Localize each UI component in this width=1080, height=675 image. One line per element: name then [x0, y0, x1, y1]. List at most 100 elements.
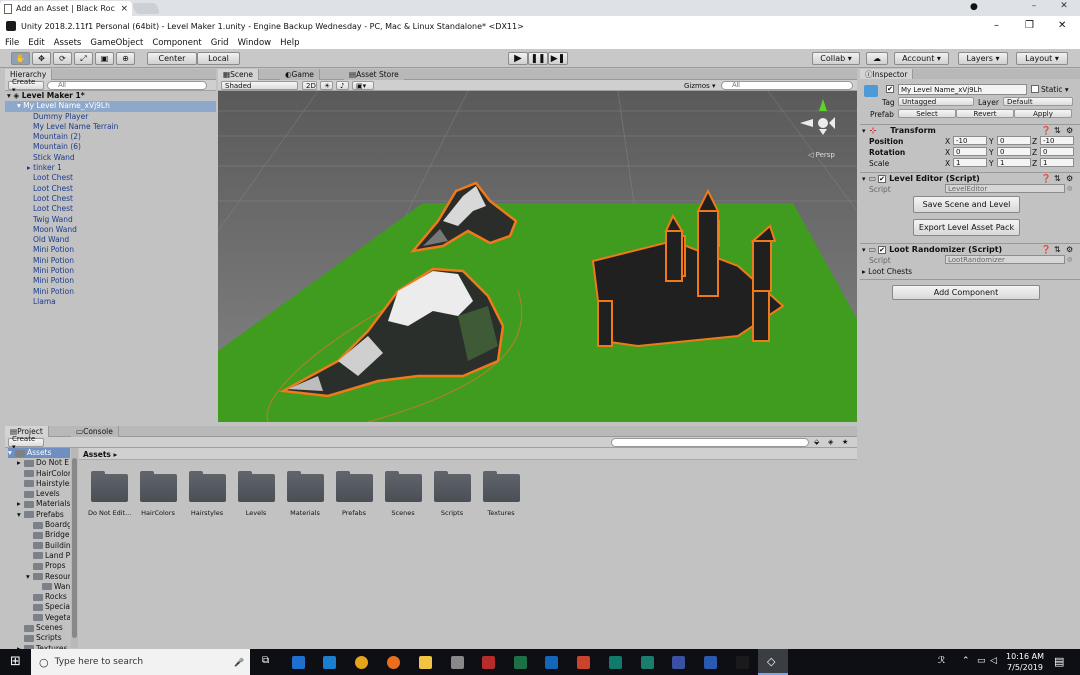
hierarchy-item[interactable]: Stick Wand — [5, 153, 216, 163]
network-icon[interactable]: ▭ — [977, 656, 986, 666]
menu-file[interactable]: File — [5, 38, 19, 48]
tray-chevron-icon[interactable]: ⌃ — [962, 656, 970, 666]
asset-folder[interactable]: Levels — [235, 471, 277, 517]
folder-tree-item[interactable]: Rocks — [8, 592, 70, 602]
browser-tab[interactable]: Add an Asset | Black Roc × — [0, 1, 132, 16]
preset-icon[interactable]: ⇅ — [1054, 245, 1061, 254]
app-icon[interactable] — [736, 656, 749, 669]
word-icon[interactable] — [704, 656, 717, 669]
close-tab-icon[interactable]: × — [120, 4, 128, 14]
collab-dropdown[interactable]: Collab ▾ — [812, 52, 860, 65]
hierarchy-item[interactable]: Old Wand — [5, 235, 216, 245]
folder-tree-item[interactable]: Scenes — [8, 623, 70, 633]
folder-tree-item[interactable]: Wan — [8, 582, 70, 592]
asset-folder[interactable]: Hairstyles — [186, 471, 228, 517]
asset-folder[interactable]: HairColors — [137, 471, 179, 517]
folder-tree-item[interactable]: ▸ Materials — [8, 499, 70, 509]
folder-tree-item[interactable]: Levels — [8, 489, 70, 499]
loot-randomizer-enabled-checkbox[interactable]: ✔ — [878, 245, 887, 254]
folder-tree-item[interactable]: Props — [8, 561, 70, 571]
volume-icon[interactable]: ◁ — [990, 656, 997, 666]
filter-label-icon[interactable]: ◈ — [828, 438, 833, 446]
hierarchy-item[interactable]: Dummy Player — [5, 112, 216, 122]
minimize-button[interactable]: – — [994, 20, 999, 31]
hierarchy-item[interactable]: Mountain (2) — [5, 132, 216, 142]
firefox-icon[interactable] — [387, 656, 400, 669]
tab-scene[interactable]: ▦ Scene — [218, 69, 259, 80]
project-icon[interactable] — [641, 656, 654, 669]
scene-viewport[interactable]: ◁ Persp — [218, 91, 857, 422]
asset-folder[interactable]: Scenes — [382, 471, 424, 517]
hierarchy-item[interactable]: Loot Chest — [5, 194, 216, 204]
publisher-icon[interactable] — [609, 656, 622, 669]
hierarchy-item[interactable]: Twig Wand — [5, 215, 216, 225]
folder-tree-item[interactable]: ▾ Resour — [8, 572, 70, 582]
tab-game[interactable]: ◐ Game — [280, 69, 320, 80]
folder-tree-item[interactable]: Buildin — [8, 541, 70, 551]
persp-label[interactable]: ◁ Persp — [808, 151, 835, 159]
hierarchy-item[interactable]: Mini Potion — [5, 276, 216, 286]
task-view-icon[interactable]: ⧉ — [262, 655, 269, 666]
hierarchy-search-input[interactable] — [47, 81, 207, 90]
close-window-button[interactable]: ✕ — [1058, 20, 1066, 31]
people-icon[interactable]: ℛ — [938, 656, 945, 666]
menu-grid[interactable]: Grid — [211, 38, 229, 48]
pause-button[interactable]: ❚❚ — [528, 52, 548, 65]
tab-asset-store[interactable]: ▤ Asset Store — [344, 69, 404, 80]
hierarchy-item[interactable]: Mini Potion — [5, 245, 216, 255]
effects-dropdown-icon[interactable]: ▣▾ — [352, 81, 374, 90]
filter-type-icon[interactable]: ⬙ — [814, 438, 819, 446]
powerpoint-icon[interactable] — [577, 656, 590, 669]
favorite-icon[interactable]: ★ — [842, 438, 848, 446]
hierarchy-item[interactable]: My Level Name Terrain — [5, 122, 216, 132]
asset-folder[interactable]: Scripts — [431, 471, 473, 517]
script-reference-field[interactable]: LootRandomizer — [945, 255, 1065, 264]
hierarchy-item[interactable]: Mini Potion — [5, 256, 216, 266]
prefab-select-button[interactable]: Select — [898, 109, 956, 118]
layers-dropdown[interactable]: Layers ▾ — [958, 52, 1008, 65]
hand-tool-icon[interactable]: ✋ — [11, 52, 30, 65]
play-button[interactable]: ▶ — [508, 52, 528, 65]
scene-root-item[interactable]: ▾ ◈ Level Maker 1* — [5, 91, 216, 101]
asset-folder[interactable]: Do Not Edit... — [88, 471, 131, 517]
rotation-z-field[interactable]: 0 — [1040, 147, 1074, 156]
rotation-y-field[interactable]: 0 — [997, 147, 1031, 156]
chrome-minimize-button[interactable]: – — [1020, 1, 1048, 15]
add-component-button[interactable]: Add Component — [892, 285, 1040, 300]
prefab-revert-button[interactable]: Revert — [956, 109, 1014, 118]
hierarchy-item[interactable]: Mountain (6) — [5, 142, 216, 152]
tree-arrow-icon[interactable]: ▸ — [17, 499, 24, 509]
object-picker-icon[interactable]: ◎ — [1067, 185, 1072, 192]
cloud-icon[interactable]: ☁ — [866, 52, 888, 65]
project-search-input[interactable] — [611, 438, 809, 447]
pivot-toggle[interactable]: Center — [147, 52, 197, 65]
level-editor-enabled-checkbox[interactable]: ✔ — [878, 174, 887, 183]
hierarchy-item[interactable]: Mini Potion — [5, 266, 216, 276]
folder-tree-item[interactable]: Land Pl — [8, 551, 70, 561]
script-reference-field[interactable]: LevelEditor — [945, 184, 1065, 193]
shading-dropdown[interactable]: Shaded — [221, 81, 298, 90]
ie-icon[interactable] — [323, 656, 336, 669]
transform-tool-icon[interactable]: ⊕ — [116, 52, 135, 65]
position-y-field[interactable]: 0 — [997, 136, 1031, 145]
level-editor-header[interactable]: ▾ ▭ ✔ Level Editor (Script) ❓ ⇅ ⚙ — [860, 172, 1080, 184]
notifications-icon[interactable]: ▤ — [1054, 655, 1064, 668]
hierarchy-item[interactable]: Loot Chest — [5, 204, 216, 214]
layer-dropdown[interactable]: Default — [1003, 97, 1073, 106]
prefab-apply-button[interactable]: Apply — [1014, 109, 1072, 118]
tree-arrow-icon[interactable]: ▾ — [8, 448, 15, 458]
loot-randomizer-header[interactable]: ▾ ▭ ✔ Loot Randomizer (Script) ❓ ⇅ ⚙ — [860, 243, 1080, 255]
help-icon[interactable]: ❓ — [1041, 126, 1051, 135]
folder-tree-item[interactable]: Hairstyles — [8, 479, 70, 489]
menu-edit[interactable]: Edit — [28, 38, 44, 48]
hierarchy-item[interactable]: ▸ tinker 1 — [5, 163, 216, 173]
static-checkbox[interactable] — [1031, 85, 1039, 93]
folder-tree-item[interactable]: HairColor — [8, 469, 70, 479]
folder-tree-item[interactable]: Vegeta — [8, 613, 70, 623]
folder-tree-item[interactable]: Specia — [8, 602, 70, 612]
chrome-icon[interactable] — [355, 656, 368, 669]
breadcrumb-assets[interactable]: Assets ▸ — [83, 450, 117, 459]
clock-time[interactable]: 10:16 AM — [1005, 652, 1045, 661]
lighting-toggle-icon[interactable]: ☀ — [320, 81, 333, 90]
object-picker-icon[interactable]: ◎ — [1067, 256, 1072, 263]
